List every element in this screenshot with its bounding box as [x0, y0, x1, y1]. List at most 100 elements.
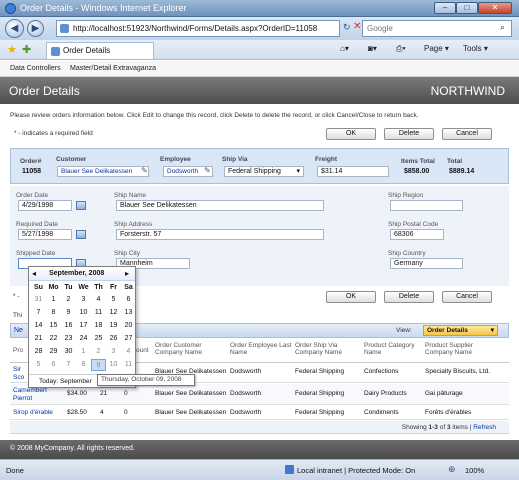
freight-input[interactable]: $31.14: [317, 166, 389, 177]
calendar-day[interactable]: 29: [46, 346, 61, 358]
column-employee[interactable]: Order Employee Last Name: [230, 342, 292, 356]
search-input[interactable]: Google: [362, 20, 512, 37]
calendar-day[interactable]: 18: [91, 320, 106, 332]
ship-name-input[interactable]: Blauer See Delikatessen: [116, 200, 324, 211]
table-row[interactable]: Sirop d'érable $28.50 4 0 Blauer See Del…: [10, 406, 509, 420]
calendar-today-link[interactable]: Today: September: [39, 378, 92, 385]
add-favorites-icon[interactable]: ✚: [22, 43, 31, 56]
product-link[interactable]: Camembert Pierrot: [13, 387, 63, 403]
calendar-day[interactable]: 27: [121, 333, 136, 345]
refresh-link[interactable]: Refresh: [473, 424, 496, 431]
calendar-day[interactable]: 1: [46, 294, 61, 306]
calendar-day[interactable]: 10: [106, 359, 121, 371]
calendar-day[interactable]: 22: [46, 333, 61, 345]
amount-header-fragment[interactable]: ount: [136, 347, 149, 354]
minimize-button[interactable]: –: [434, 2, 456, 14]
ship-address-input[interactable]: Forsterstr. 57: [116, 229, 324, 240]
calendar-day[interactable]: 15: [46, 320, 61, 332]
ship-postal-input[interactable]: 68306: [390, 229, 444, 240]
menu-item-data-controllers[interactable]: Data Controllers: [10, 65, 61, 72]
calendar-day[interactable]: 30: [61, 346, 76, 358]
close-button[interactable]: ✕: [478, 2, 512, 14]
calendar-day[interactable]: 21: [31, 333, 46, 345]
browser-tab[interactable]: Order Details: [46, 42, 154, 59]
calendar-day[interactable]: 23: [61, 333, 76, 345]
calendar-day[interactable]: 12: [106, 307, 121, 319]
page-menu[interactable]: Page ▾: [424, 44, 449, 53]
favorites-star-icon[interactable]: ★: [7, 43, 17, 56]
calendar-next-button[interactable]: ▸: [125, 269, 129, 278]
home-icon[interactable]: ⌂▾: [340, 44, 349, 53]
calendar-day[interactable]: 5: [106, 294, 121, 306]
calendar-icon[interactable]: [76, 230, 86, 239]
product-header-fragment[interactable]: Pro: [13, 347, 23, 354]
zoom-icon[interactable]: ⊕: [448, 464, 456, 475]
delete-button-bottom[interactable]: Delete: [384, 291, 434, 303]
calendar-day[interactable]: 11: [91, 307, 106, 319]
calendar-day[interactable]: 2: [91, 346, 106, 358]
calendar-day[interactable]: 3: [76, 294, 91, 306]
column-customer[interactable]: Order Customer Company Name: [155, 342, 225, 356]
zoom-level[interactable]: 100%: [465, 466, 484, 475]
ship-region-input[interactable]: [390, 200, 463, 211]
calendar-day[interactable]: 6: [121, 294, 136, 306]
forward-button[interactable]: ▶: [27, 20, 44, 37]
back-button[interactable]: ◀: [5, 19, 24, 38]
column-shipvia[interactable]: Order Ship Via Company Name: [295, 342, 360, 356]
maximize-button[interactable]: □: [456, 2, 478, 14]
calendar-month[interactable]: September, 2008: [49, 270, 104, 277]
required-date-input[interactable]: 5/27/1998: [18, 229, 72, 240]
stop-icon[interactable]: ✕: [353, 21, 361, 32]
calendar-day[interactable]: 25: [91, 333, 106, 345]
address-input[interactable]: http://localhost:51923/Northwind/Forms/D…: [56, 20, 340, 37]
product-link[interactable]: Sirop d'érable: [13, 409, 53, 416]
cancel-button-bottom[interactable]: Cancel: [442, 291, 492, 303]
calendar-icon[interactable]: [76, 201, 86, 210]
ok-button-bottom[interactable]: OK: [326, 291, 376, 303]
calendar-day[interactable]: 3: [106, 346, 121, 358]
calendar-day[interactable]: 1: [76, 346, 91, 358]
customer-lookup[interactable]: Blauer See Delikatessen: [57, 166, 149, 177]
calendar-day[interactable]: 2: [61, 294, 76, 306]
calendar-day[interactable]: 16: [61, 320, 76, 332]
calendar-day[interactable]: 6: [46, 359, 61, 371]
calendar-day[interactable]: 14: [31, 320, 46, 332]
product-link[interactable]: Sir Sco: [13, 366, 27, 382]
calendar-day[interactable]: 4: [121, 346, 136, 358]
feeds-icon[interactable]: ◙▾: [368, 44, 377, 53]
calendar-day[interactable]: 26: [106, 333, 121, 345]
calendar-day[interactable]: 4: [91, 294, 106, 306]
calendar-day[interactable]: 9: [61, 307, 76, 319]
calendar-day[interactable]: 7: [61, 359, 76, 371]
calendar-day[interactable]: 10: [76, 307, 91, 319]
lookup-pencil-icon[interactable]: ✎: [141, 166, 148, 175]
calendar-day[interactable]: 8: [76, 359, 91, 371]
calendar-day[interactable]: 17: [76, 320, 91, 332]
calendar-day[interactable]: 8: [46, 307, 61, 319]
calendar-day[interactable]: 13: [121, 307, 136, 319]
calendar-day[interactable]: 11: [121, 359, 136, 371]
column-category[interactable]: Product Category Name: [364, 342, 424, 356]
delete-button-top[interactable]: Delete: [384, 128, 434, 140]
print-icon[interactable]: ⎙▾: [396, 44, 406, 54]
menu-item-master-detail[interactable]: Master/Detail Extravaganza: [70, 65, 156, 72]
calendar-day[interactable]: 28: [31, 346, 46, 358]
calendar-day[interactable]: 7: [31, 307, 46, 319]
order-date-input[interactable]: 4/29/1998: [18, 200, 72, 211]
calendar-day[interactable]: 20: [121, 320, 136, 332]
calendar-day[interactable]: 19: [106, 320, 121, 332]
employee-pencil-icon[interactable]: ✎: [204, 166, 211, 175]
calendar-day[interactable]: 5: [31, 359, 46, 371]
view-selector[interactable]: Order Details ▾: [423, 325, 498, 336]
calendar-day[interactable]: 24: [76, 333, 91, 345]
ok-button-top[interactable]: OK: [326, 128, 376, 140]
shipvia-select[interactable]: Federal Shipping ▾: [224, 166, 304, 177]
search-icon[interactable]: ⌕: [500, 22, 505, 33]
column-supplier[interactable]: Product Supplier Company Name: [425, 342, 497, 356]
new-link-fragment[interactable]: Ne: [14, 327, 23, 334]
refresh-icon[interactable]: ↻: [343, 22, 351, 33]
calendar-prev-button[interactable]: ◂: [32, 269, 36, 278]
calendar-day[interactable]: 9: [91, 359, 106, 371]
ship-country-input[interactable]: Germany: [390, 258, 463, 269]
cancel-button-top[interactable]: Cancel: [442, 128, 492, 140]
